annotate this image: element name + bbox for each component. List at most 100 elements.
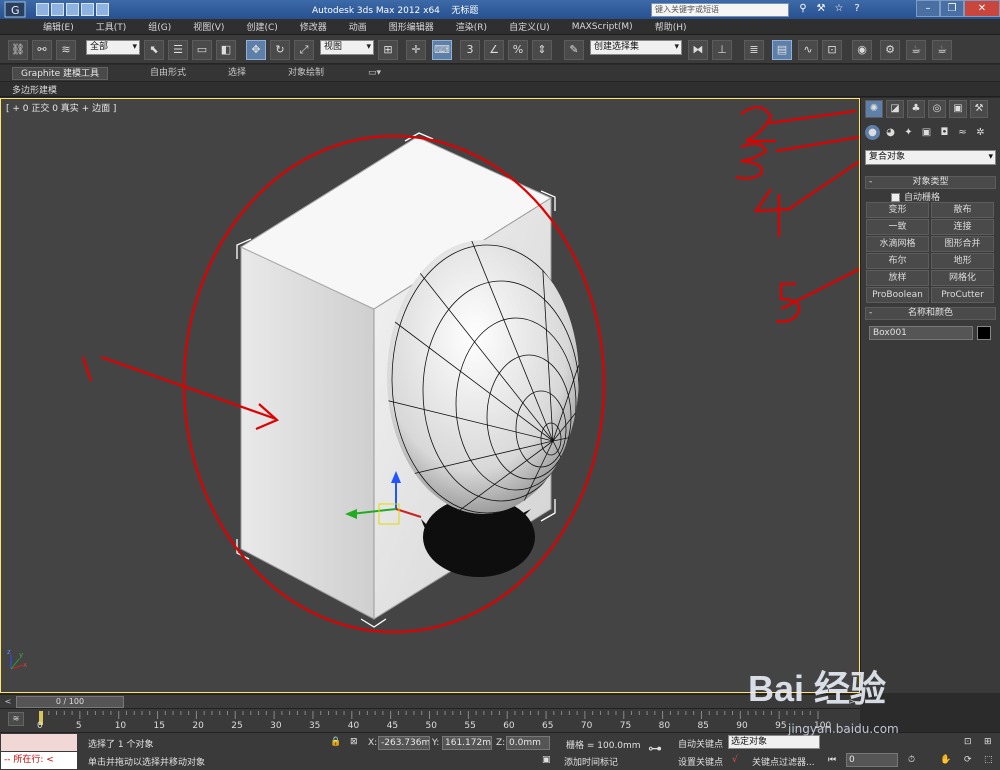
time-slider-thumb[interactable]: 0 / 100 [16, 696, 124, 708]
boolean-button[interactable]: 布尔 [866, 253, 929, 269]
rect-selection-icon[interactable]: ▭ [192, 40, 212, 60]
scatter-button[interactable]: 散布 [931, 202, 994, 218]
tab-freeform[interactable]: 自由形式 [142, 67, 194, 80]
x-coordinate-field[interactable]: -263.736m [378, 736, 430, 750]
bind-spacewarp-icon[interactable]: ≋ [56, 40, 76, 60]
track-bar[interactable]: ≋ 0 5 10 15 20 25 30 35 40 45 50 55 60 65 70 75 80 85 90 95… [0, 708, 860, 732]
key-filters-button[interactable]: 关键点过滤器... [752, 755, 815, 768]
align-icon[interactable]: ⊥ [712, 40, 732, 60]
menu-item-modifiers[interactable]: 修改器 [300, 20, 327, 33]
save-file-icon[interactable] [66, 3, 79, 16]
time-config-icon[interactable]: ⏱ [908, 755, 915, 765]
ribbon-options-icon[interactable]: ▭▾ [360, 67, 389, 80]
unlink-icon[interactable]: ⚯ [32, 40, 52, 60]
menu-item-help[interactable]: 帮助(H) [655, 20, 687, 33]
menu-item-maxscript[interactable]: MAXScript(M) [572, 22, 633, 32]
object-color-swatch[interactable] [977, 326, 991, 340]
geometry-category-dropdown[interactable]: 复合对象 [865, 150, 996, 165]
helpers-icon[interactable]: ◘ [937, 125, 952, 140]
angle-snap-icon[interactable]: ∠ [484, 40, 504, 60]
named-selection-dropdown[interactable]: 创建选择集 [590, 40, 682, 55]
hierarchy-tab-icon[interactable]: ♣ [907, 100, 925, 118]
search-input[interactable]: 键入关键字或短语 [651, 3, 789, 17]
close-icon[interactable]: ✕ [964, 0, 1000, 17]
spacewarps-icon[interactable]: ≈ [955, 125, 970, 140]
star-icon[interactable]: ☆ [832, 2, 846, 16]
time-slider[interactable]: < 0 / 100 > [0, 694, 860, 708]
pivot-center-icon[interactable]: ⊞ [378, 40, 398, 60]
snaps-toggle-icon[interactable]: 3 [460, 40, 480, 60]
blobmesh-button[interactable]: 水滴网格 [866, 236, 929, 252]
render-setup-icon[interactable]: ⚙ [880, 40, 900, 60]
procutter-button[interactable]: ProCutter [931, 287, 994, 303]
auto-key-button[interactable]: 自动关键点 [678, 737, 723, 750]
window-crossing-icon[interactable]: ◧ [216, 40, 236, 60]
app-logo-icon[interactable]: G [0, 0, 30, 19]
zoom-all-icon[interactable]: ⊞ [984, 737, 992, 747]
keyboard-shortcut-icon[interactable]: ⌨ [432, 40, 452, 60]
menu-item-create[interactable]: 创建(C) [246, 20, 277, 33]
ref-coord-dropdown[interactable]: 视图 [320, 40, 374, 55]
shapemerge-button[interactable]: 图形合并 [931, 236, 994, 252]
redo-icon[interactable] [96, 3, 109, 16]
create-tab-icon[interactable]: ✺ [865, 100, 883, 118]
modify-tab-icon[interactable]: ◪ [886, 100, 904, 118]
maxscript-listener[interactable] [1, 734, 77, 751]
restore-icon[interactable]: ❐ [940, 0, 964, 17]
mirror-icon[interactable]: ⧓ [688, 40, 708, 60]
time-tag-icon[interactable]: ▣ [542, 755, 551, 765]
lock-selection-icon[interactable]: 🔒 [330, 737, 341, 747]
mesher-button[interactable]: 网格化 [931, 270, 994, 286]
lights-icon[interactable]: ✦ [901, 125, 916, 140]
orbit-icon[interactable]: ⟳ [964, 755, 972, 765]
layer-manager-icon[interactable]: ≣ [744, 40, 764, 60]
menu-item-edit[interactable]: 编辑(E) [43, 20, 74, 33]
polygon-modeling-label[interactable]: 多边形建模 [12, 83, 57, 96]
new-file-icon[interactable] [36, 3, 49, 16]
maximize-viewport-icon[interactable]: ⬚ [984, 755, 993, 765]
material-editor-icon[interactable]: ◉ [852, 40, 872, 60]
y-coordinate-field[interactable]: 161.172mr [442, 736, 492, 750]
tab-selection[interactable]: 选择 [220, 67, 254, 80]
menu-item-animation[interactable]: 动画 [349, 20, 367, 33]
shapes-icon[interactable]: ◕ [883, 125, 898, 140]
cameras-icon[interactable]: ▣ [919, 125, 934, 140]
undo-icon[interactable] [81, 3, 94, 16]
menu-item-tools[interactable]: 工具(T) [96, 20, 127, 33]
perspective-viewport[interactable]: [ + 0 正交 0 真实 + 边面 ] x y z [0, 98, 860, 693]
menu-item-group[interactable]: 组(G) [148, 20, 171, 33]
menu-item-customize[interactable]: 自定义(U) [509, 20, 550, 33]
graphite-toggle-icon[interactable]: ▤ [772, 40, 792, 60]
selection-filter-dropdown[interactable]: 全部 [86, 40, 140, 55]
systems-icon[interactable]: ✲ [973, 125, 988, 140]
object-name-field[interactable]: Box001 [869, 326, 973, 340]
z-coordinate-field[interactable]: 0.0mm [506, 736, 550, 750]
motion-tab-icon[interactable]: ◎ [928, 100, 946, 118]
select-move-icon[interactable]: ✥ [246, 40, 266, 60]
loft-button[interactable]: 放样 [866, 270, 929, 286]
binoculars-icon[interactable]: ⚲ [796, 2, 810, 16]
percent-snap-icon[interactable]: % [508, 40, 528, 60]
proboolean-button[interactable]: ProBoolean [866, 287, 929, 303]
absolute-mode-icon[interactable]: ⊠ [350, 737, 358, 747]
zoom-extents-icon[interactable]: ⊡ [964, 737, 972, 747]
open-file-icon[interactable] [51, 3, 64, 16]
selected-set-dropdown[interactable]: 选定对象 [728, 735, 820, 749]
select-scale-icon[interactable]: ⤢ [294, 40, 314, 60]
tab-object-paint[interactable]: 对象绘制 [280, 67, 332, 80]
connect-button[interactable]: 连接 [931, 219, 994, 235]
current-frame-field[interactable]: 0 [846, 753, 898, 767]
conform-button[interactable]: 一致 [866, 219, 929, 235]
tab-graphite-modeling[interactable]: Graphite 建模工具 [12, 67, 109, 80]
select-object-icon[interactable]: ⬉ [144, 40, 164, 60]
pan-view-icon[interactable]: ✋ [940, 755, 951, 765]
set-key-icon[interactable]: ⊶ [648, 741, 662, 757]
schematic-view-icon[interactable]: ⊡ [822, 40, 842, 60]
rendered-frame-icon[interactable]: ☕ [906, 40, 926, 60]
object-type-rollout[interactable]: - 对象类型 [865, 176, 996, 189]
add-time-tag-button[interactable]: 添加时间标记 [564, 755, 618, 768]
tools-icon[interactable]: ⚒ [814, 2, 828, 16]
utilities-tab-icon[interactable]: ⚒ [970, 100, 988, 118]
menu-item-views[interactable]: 视图(V) [193, 20, 224, 33]
select-manipulate-icon[interactable]: ✛ [406, 40, 426, 60]
